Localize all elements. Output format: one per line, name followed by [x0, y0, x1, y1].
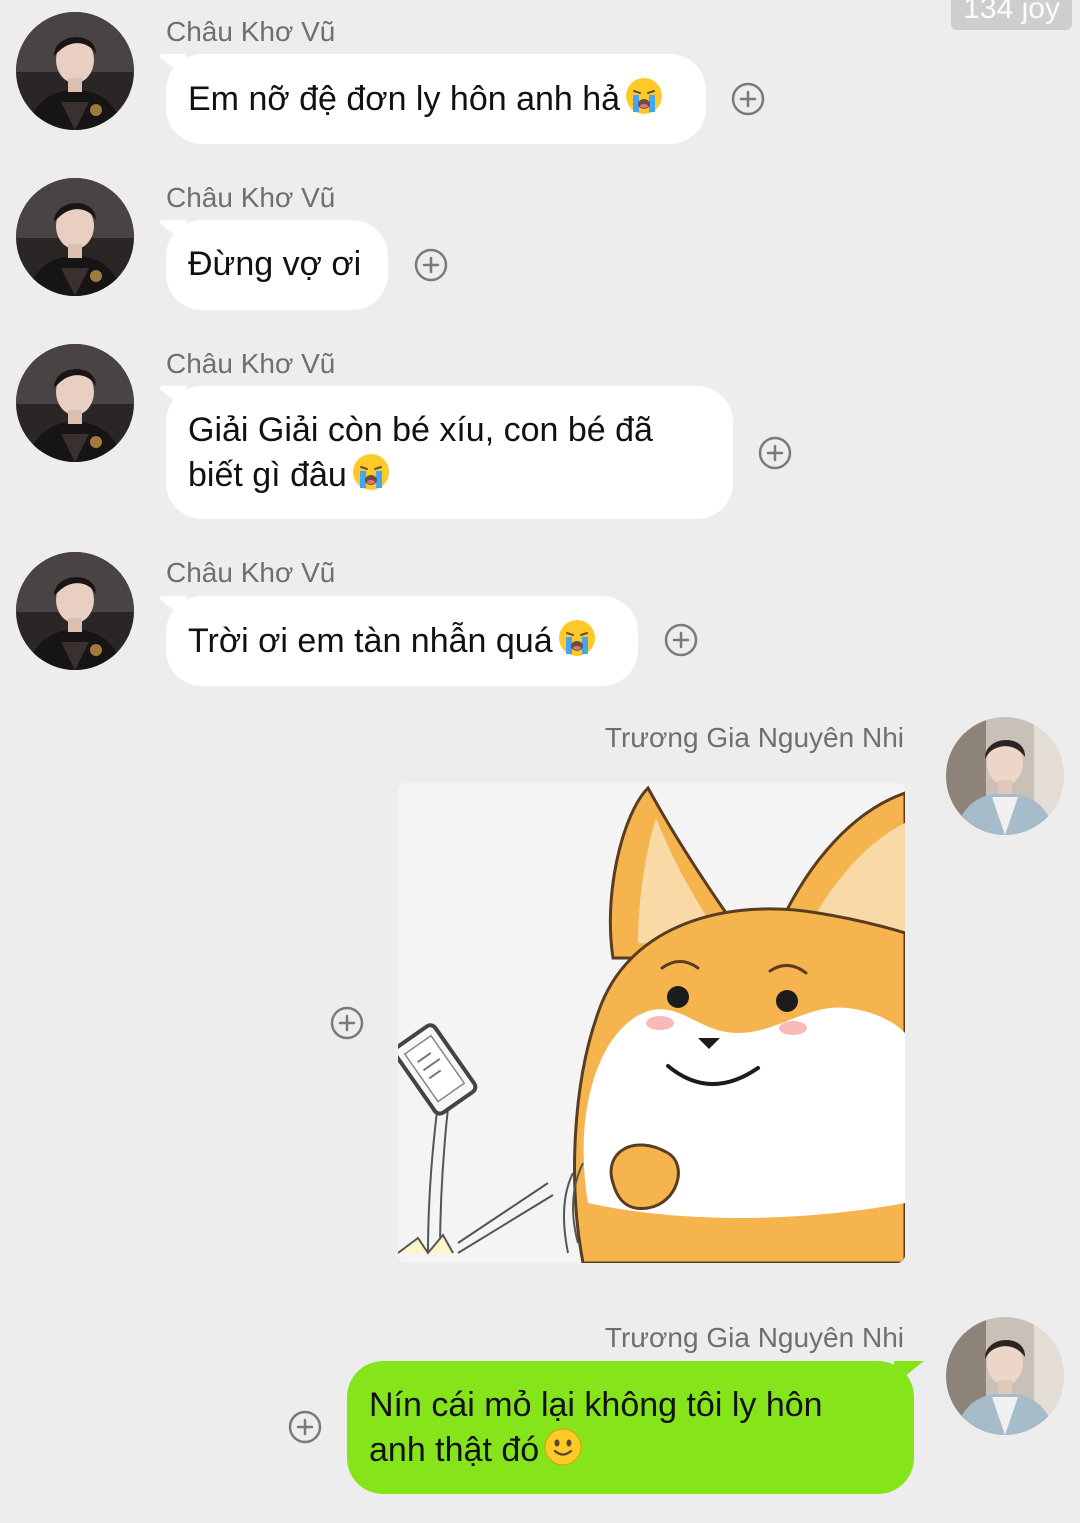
add-reaction-icon[interactable] [664, 623, 698, 657]
crying-face-icon [351, 452, 391, 503]
message-bubble[interactable]: Em nỡ đệ đơn ly hôn anh hả [166, 54, 706, 144]
crying-face-icon [624, 76, 664, 127]
add-reaction-icon[interactable] [330, 1006, 364, 1040]
add-reaction-icon[interactable] [758, 436, 792, 470]
add-reaction-icon[interactable] [288, 1410, 322, 1444]
message-text-line: anh thật đó [369, 1431, 540, 1469]
avatar[interactable] [16, 552, 134, 670]
add-reaction-icon[interactable] [731, 82, 765, 116]
sender-name: Châu Khơ Vũ [166, 16, 336, 47]
message-text: Đừng vợ ơi [188, 245, 362, 283]
avatar[interactable] [16, 12, 134, 130]
avatar[interactable] [946, 717, 1064, 835]
message-bubble[interactable]: Nín cái mỏ lại không tôi ly hôn anh thật… [347, 1361, 914, 1494]
smiling-face-icon [543, 1427, 583, 1478]
message-bubble[interactable]: Giải Giải còn bé xíu, con bé đã biết gì … [166, 386, 733, 519]
add-reaction-icon[interactable] [414, 248, 448, 282]
message-text: Trời ơi em tàn nhẫn quá [188, 622, 553, 660]
message-text-line: Giải Giải còn bé xíu, con bé đã [188, 411, 653, 449]
avatar[interactable] [946, 1317, 1064, 1435]
sender-name: Châu Khơ Vũ [166, 557, 336, 588]
message-bubble[interactable]: Đừng vợ ơi [166, 220, 388, 310]
message-text-line: biết gì đâu [188, 456, 347, 494]
message-text: Em nỡ đệ đơn ly hôn anh hả [188, 80, 621, 118]
watermark-label: 134 joy [951, 0, 1072, 30]
corgi-throwing-phone-sticker[interactable] [398, 783, 905, 1263]
sender-name: Trương Gia Nguyên Nhi [604, 722, 904, 753]
sender-name: Châu Khơ Vũ [166, 348, 336, 379]
message-bubble[interactable]: Trời ơi em tàn nhẫn quá [166, 596, 638, 686]
avatar[interactable] [16, 344, 134, 462]
sender-name: Trương Gia Nguyên Nhi [604, 1322, 904, 1353]
crying-face-icon [557, 618, 597, 669]
message-text-line: Nín cái mỏ lại không tôi ly hôn [369, 1386, 823, 1424]
avatar[interactable] [16, 178, 134, 296]
sender-name: Châu Khơ Vũ [166, 182, 336, 213]
